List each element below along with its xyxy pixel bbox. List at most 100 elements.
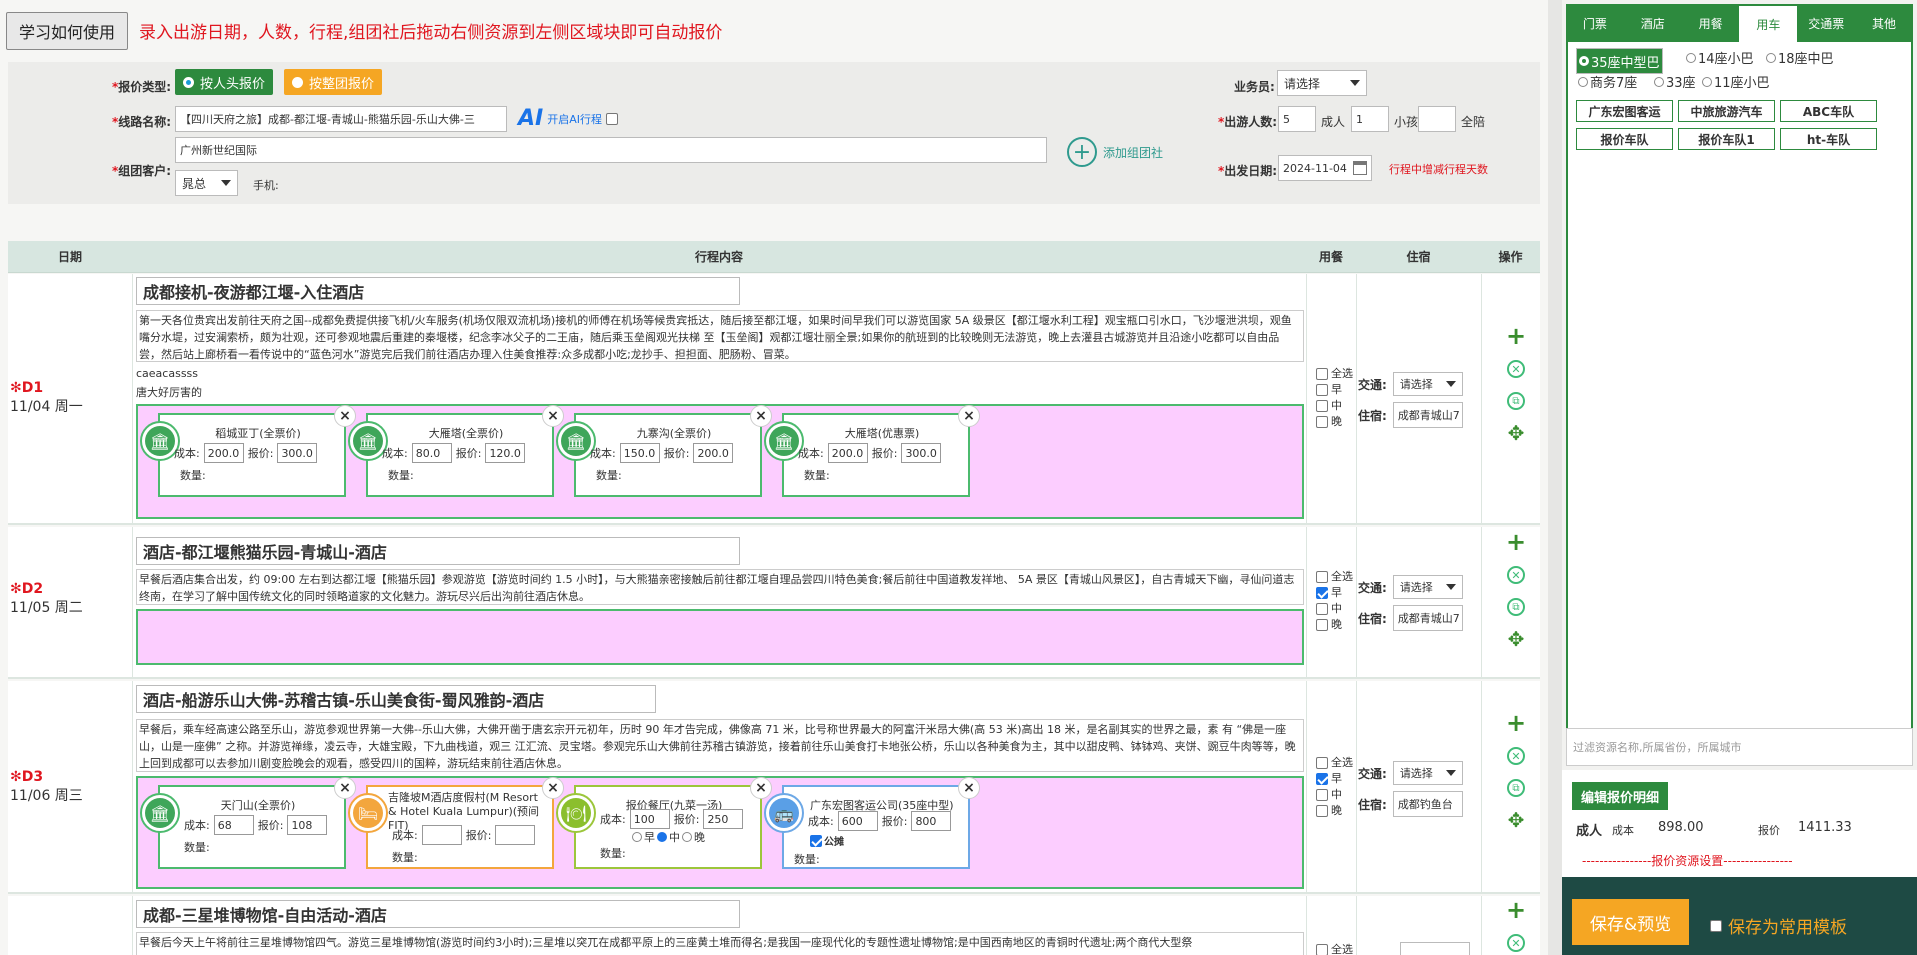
route-name-input[interactable]: 【四川天府之旅】成都-都江堰-青城山-熊猫乐园-乐山大佛-三 xyxy=(175,106,507,132)
meal-breakfast-checkbox[interactable] xyxy=(1316,587,1328,599)
copy-day-icon[interactable]: ⧉ xyxy=(1507,598,1525,616)
tab-hotel[interactable]: 酒店 xyxy=(1624,4,1682,42)
day-description[interactable]: 第一天各位贵宾出发前往天府之国--成都免费提供接飞机/火车服务(机场仅限双流机场… xyxy=(136,310,1304,362)
vendor-item[interactable]: 广东宏图客运 xyxy=(1576,100,1673,122)
resource-card[interactable]: 🚌 × 广东宏图客运公司(35座中型) 成本: 600 报价: 800 公摊 数量: xyxy=(764,777,980,869)
stay-input[interactable]: 成都青城山7 xyxy=(1392,402,1463,428)
calendar-icon[interactable] xyxy=(1353,161,1367,175)
meal-time-radios[interactable]: 早中晚 xyxy=(632,829,705,845)
move-day-icon[interactable]: ✥ xyxy=(1508,423,1525,443)
copy-day-icon[interactable]: ⧉ xyxy=(1507,779,1525,797)
delete-day-icon[interactable]: ✕ xyxy=(1507,566,1525,584)
category-33-seat[interactable]: 33座 xyxy=(1654,72,1696,91)
edit-quote-details-button[interactable]: 编辑报价明细 xyxy=(1572,782,1668,810)
close-icon[interactable]: × xyxy=(750,405,772,427)
traffic-select[interactable]: 请选择 xyxy=(1392,575,1463,599)
category-11-seat[interactable]: 11座小巴 xyxy=(1702,72,1770,91)
close-icon[interactable]: × xyxy=(750,777,772,799)
meal-all-checkbox[interactable] xyxy=(1316,757,1328,769)
price-input[interactable]: 300.0 xyxy=(901,443,942,463)
stay-input[interactable]: 成都青城山7 xyxy=(1392,605,1463,631)
cost-input[interactable]: 600 xyxy=(837,811,878,831)
category-14-seat[interactable]: 14座小巴 xyxy=(1686,48,1754,67)
resource-card[interactable]: 🏛 × 九寨沟(全票价) 成本: 150.0 报价: 200.0 数量: xyxy=(556,405,772,497)
tab-dining[interactable]: 用餐 xyxy=(1682,4,1740,42)
shared-cost-checkbox[interactable]: 公摊 xyxy=(810,833,844,848)
resource-card[interactable]: 🏛 × 大雁塔(优惠票) 成本: 200.0 报价: 300.0 数量: xyxy=(764,405,980,497)
meal-all-checkbox[interactable] xyxy=(1316,571,1328,583)
contact-select[interactable]: 晁总 xyxy=(175,170,238,196)
close-icon[interactable]: × xyxy=(958,777,980,799)
adult-count-input[interactable]: 5 xyxy=(1278,106,1316,132)
price-input[interactable]: 800 xyxy=(911,811,952,831)
ai-itinerary-checkbox[interactable] xyxy=(606,112,618,125)
resource-dropzone[interactable]: 🏛 × 天门山(全票价) 成本: 68 报价: 108 数量: 🛏 × 吉隆坡M酒店度… xyxy=(136,776,1304,889)
resource-card[interactable]: 🏛 × 稻城亚丁(全票价) 成本: 200.0 报价: 300.0 数量: xyxy=(140,405,356,497)
copy-day-icon[interactable]: ⧉ xyxy=(1507,392,1525,410)
day-title-input[interactable]: 成都接机-夜游都江堰-入住酒店 xyxy=(136,277,740,305)
tab-tickets[interactable]: 门票 xyxy=(1566,4,1624,42)
stay-input[interactable] xyxy=(1400,942,1470,955)
resource-dropzone[interactable]: 🏛 × 稻城亚丁(全票价) 成本: 200.0 报价: 300.0 数量: 🏛 × 大… xyxy=(136,404,1304,519)
traffic-select[interactable]: 请选择 xyxy=(1392,372,1463,396)
ai-itinerary-toggle[interactable]: AI 开启AI行程 xyxy=(518,106,618,131)
cost-input[interactable] xyxy=(421,825,462,845)
add-day-icon[interactable]: + xyxy=(1506,711,1526,735)
meal-dinner-checkbox[interactable] xyxy=(1316,805,1328,817)
delete-day-icon[interactable]: ✕ xyxy=(1507,934,1525,952)
resource-settings-divider[interactable]: ----------------报价资源设置---------------- xyxy=(1582,852,1793,869)
cost-input[interactable]: 68 xyxy=(213,815,254,835)
quote-by-group-radio[interactable]: 按整团报价 xyxy=(284,69,383,95)
meal-lunch-checkbox[interactable] xyxy=(1316,603,1328,615)
stay-input[interactable]: 成都钓鱼台 xyxy=(1392,791,1463,817)
price-input[interactable]: 120.0 xyxy=(485,443,526,463)
departure-date-input[interactable]: 2024-11-04 xyxy=(1278,155,1372,181)
save-preview-button[interactable]: 保存&预览 xyxy=(1572,899,1689,945)
delete-day-icon[interactable]: ✕ xyxy=(1507,747,1525,765)
price-input[interactable]: 250 xyxy=(703,809,744,829)
scrollbar[interactable] xyxy=(1548,0,1562,955)
meal-dinner-checkbox[interactable] xyxy=(1316,416,1328,428)
cost-input[interactable]: 150.0 xyxy=(619,443,660,463)
close-icon[interactable]: × xyxy=(542,405,564,427)
vendor-item[interactable]: 报价车队1 xyxy=(1678,128,1775,150)
price-input[interactable] xyxy=(495,825,536,845)
vendor-item[interactable]: ht-车队 xyxy=(1780,128,1877,150)
resource-card[interactable]: 🏛 × 天门山(全票价) 成本: 68 报价: 108 数量: xyxy=(140,777,356,869)
meal-all-checkbox[interactable] xyxy=(1316,944,1328,955)
move-day-icon[interactable]: ✥ xyxy=(1508,629,1525,649)
resource-card[interactable]: 🏛 × 大雁塔(全票价) 成本: 80.0 报价: 120.0 数量: xyxy=(348,405,564,497)
price-input[interactable]: 108 xyxy=(287,815,328,835)
learn-how-button[interactable]: 学习如何使用 xyxy=(6,12,128,50)
cost-input[interactable]: 200.0 xyxy=(203,443,244,463)
save-template-checkbox[interactable] xyxy=(1710,919,1722,932)
resource-card[interactable]: 🍽 × 报价餐厅(九菜一汤) 成本: 100 报价: 250 早中晚 数量: xyxy=(556,777,772,869)
close-icon[interactable]: × xyxy=(334,405,356,427)
day-description[interactable]: 早餐后酒店集合出发，约 09:00 左右到达都江堰【熊猫乐园】参观游览【游览时间… xyxy=(136,569,1304,605)
meal-breakfast-checkbox[interactable] xyxy=(1316,384,1328,396)
add-day-icon[interactable]: + xyxy=(1506,324,1526,348)
salesman-select[interactable]: 请选择 xyxy=(1277,70,1367,96)
day-description[interactable]: 早餐后今天上午将前往三星堆博物馆四气。游览三星堆博物馆(游览时间约3小时);三星… xyxy=(136,932,1304,955)
category-18-seat[interactable]: 18座中巴 xyxy=(1766,48,1834,67)
category-35-seat[interactable]: 35座中型巴 xyxy=(1576,48,1663,74)
day-title-input[interactable]: 酒店-船游乐山大佛-苏稽古镇-乐山美食街-蜀风雅韵-酒店 xyxy=(136,685,656,713)
day-description[interactable]: 早餐后，乘车经高速公路至乐山，游览参观世界第一大佛--乐山大佛，大佛开凿于唐玄宗… xyxy=(136,719,1304,772)
meal-breakfast-checkbox[interactable] xyxy=(1316,773,1328,785)
vendor-item[interactable]: ABC车队 xyxy=(1780,100,1877,122)
save-template-toggle[interactable]: 保存为常用模板 xyxy=(1710,913,1847,938)
cost-input[interactable]: 100 xyxy=(629,809,670,829)
cost-input[interactable]: 200.0 xyxy=(827,443,868,463)
meal-all-checkbox[interactable] xyxy=(1316,368,1328,380)
add-agency-button[interactable]: + 添加组团社 xyxy=(1067,137,1163,167)
resource-filter-input[interactable]: 过滤资源名称,所属省份，所属城市 xyxy=(1566,728,1913,766)
delete-day-icon[interactable]: ✕ xyxy=(1507,360,1525,378)
category-business-7[interactable]: 商务7座 xyxy=(1578,72,1637,91)
add-day-icon[interactable]: + xyxy=(1506,530,1526,554)
quote-by-person-radio[interactable]: 按人头报价 xyxy=(175,69,274,95)
traffic-select[interactable]: 请选择 xyxy=(1392,761,1463,785)
add-day-icon[interactable]: + xyxy=(1506,898,1526,922)
tab-other[interactable]: 其他 xyxy=(1855,4,1913,42)
day-title-input[interactable]: 成都-三星堆博物馆-自由活动-酒店 xyxy=(136,900,740,928)
vendor-item[interactable]: 报价车队 xyxy=(1576,128,1673,150)
